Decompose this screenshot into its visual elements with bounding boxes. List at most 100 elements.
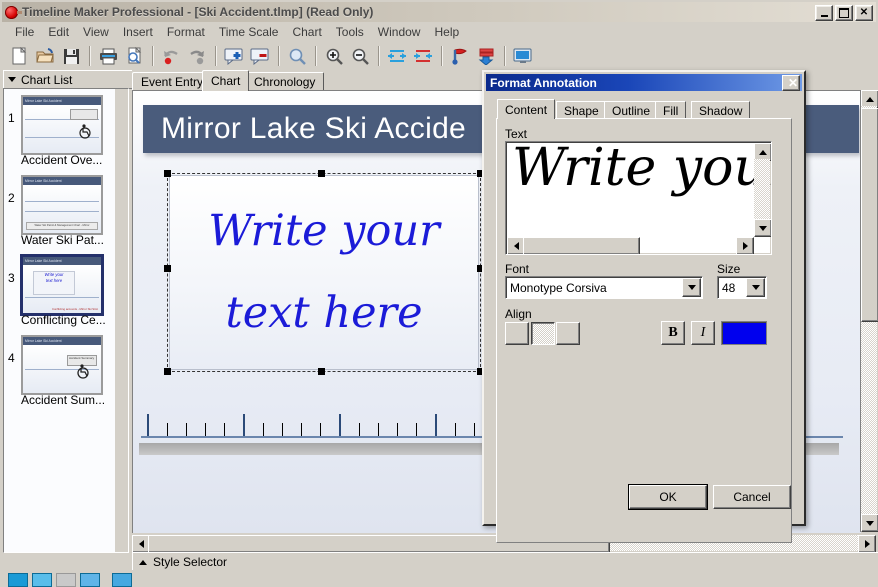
ok-button[interactable]: OK [629,485,707,509]
chart-vertical-scrollbar[interactable] [860,90,878,532]
chart-list-item-2[interactable]: 2 Mirror Lake Ski Accident Water Ski Pat… [4,171,114,249]
taskbar-icon-3[interactable] [56,573,76,587]
resize-handle-s[interactable] [318,368,325,375]
tab-outline[interactable]: Outline [604,101,659,119]
chart-thumbnail[interactable]: Mirror Lake Ski Accident Water Ski Patro… [21,175,103,235]
new-icon[interactable] [7,44,31,67]
chart-list-item-1[interactable]: 1 Mirror Lake Ski Accident Accident Ove.… [4,91,114,169]
zoom-in-icon[interactable] [322,44,346,67]
toolbar-separator [315,45,316,66]
taskbar-icon-4[interactable] [80,573,100,587]
annotation-text-input[interactable]: Write your [505,141,772,255]
size-select[interactable]: 48 [717,276,767,299]
align-left-button[interactable] [505,322,529,345]
tab-event-entry[interactable]: Event Entry [132,72,213,91]
resize-handle-w[interactable] [164,265,171,272]
menu-format[interactable]: Format [160,23,212,41]
align-center-button[interactable] [531,322,555,345]
chart-thumbnail[interactable]: Mirror Lake Ski Accident Accident Summar… [21,335,103,395]
zoom-out-icon[interactable] [348,44,372,67]
menu-time-scale[interactable]: Time Scale [212,23,286,41]
menu-chart[interactable]: Chart [285,23,328,41]
chart-list-body[interactable]: 1 Mirror Lake Ski Accident Accident Ove.… [3,88,129,553]
undo-icon[interactable] [159,44,183,67]
bold-button[interactable]: B [661,321,685,345]
font-value: Monotype Corsiva [510,280,607,295]
text-vertical-scrollbar[interactable] [754,143,771,237]
compress-horizontal-icon[interactable] [411,44,435,67]
menu-window[interactable]: Window [371,23,428,41]
display-icon[interactable] [511,44,535,67]
wheelchair-icon [75,363,91,379]
tab-fill[interactable]: Fill [655,101,687,119]
chevron-down-icon[interactable] [746,278,765,297]
size-value: 48 [722,280,736,295]
menu-edit[interactable]: Edit [41,23,76,41]
arrow-left-icon [138,540,144,548]
chart-list-item-3[interactable]: 3 Mirror Lake Ski Accident Write your te… [4,251,114,329]
text-color-button[interactable] [721,321,767,345]
print-preview-icon[interactable] [122,44,146,67]
chevron-down-icon[interactable] [682,278,701,297]
application-window: Timeline Maker Professional - [Ski Accid… [0,0,878,587]
add-annotation-icon[interactable] [222,44,246,67]
style-selector-bar[interactable]: Style Selector [132,552,878,572]
expand-horizontal-icon[interactable] [385,44,409,67]
cancel-button[interactable]: Cancel [713,485,791,509]
menu-view[interactable]: View [76,23,116,41]
align-right-button[interactable] [556,322,580,345]
taskbar-icon-1[interactable] [8,573,28,587]
resize-handle-sw[interactable] [164,368,171,375]
chart-thumbnail[interactable]: Mirror Lake Ski Accident Write your text… [21,255,103,315]
italic-button[interactable]: I [691,321,715,345]
close-icon: ✕ [787,76,799,90]
taskbar-icon-2[interactable] [32,573,52,587]
chart-list-header[interactable]: Chart List [3,70,133,89]
font-select[interactable]: Monotype Corsiva [505,276,703,299]
text-scroll-right-button[interactable] [736,237,754,254]
taskbar-icon-5[interactable] [112,573,132,587]
menu-file[interactable]: File [8,23,41,41]
chart-thumbnail[interactable]: Mirror Lake Ski Accident [21,95,103,155]
dialog-tab-label: Shape [564,103,599,118]
chart-list-item-4[interactable]: 4 Mirror Lake Ski Accident Accident Summ… [4,331,114,409]
save-floppy-icon[interactable] [59,44,83,67]
chart-list-scrollbar[interactable] [115,89,128,552]
maximize-button[interactable] [835,5,853,21]
text-horizontal-scroll-thumb[interactable] [523,237,640,254]
text-horizontal-scrollbar[interactable] [507,237,754,254]
redo-icon[interactable] [185,44,209,67]
text-vertical-scroll-track[interactable] [754,159,770,221]
tab-content[interactable]: Content [497,99,556,119]
text-scroll-down-button[interactable] [754,219,771,237]
print-icon[interactable] [96,44,120,67]
resize-handle-n[interactable] [318,170,325,177]
scroll-right-button[interactable] [858,535,876,553]
menu-help[interactable]: Help [427,23,466,41]
open-folder-icon[interactable] [33,44,57,67]
chart-item-label[interactable]: Accident Sum... [21,393,117,407]
tab-shadow[interactable]: Shadow [691,101,751,119]
tab-chart[interactable]: Chart [202,70,250,91]
menu-tools[interactable]: Tools [329,23,371,41]
format-annotation-dialog[interactable]: Format Annotation ✕ Content Shape Outlin… [482,70,806,543]
menu-insert[interactable]: Insert [116,23,160,41]
tab-chronology[interactable]: Chronology [245,72,325,91]
chart-item-label[interactable]: Water Ski Pat... [21,233,117,247]
chart-item-number: 1 [8,111,15,125]
stack-down-icon[interactable] [474,44,498,67]
vertical-scroll-thumb[interactable] [861,108,878,322]
align-field-label: Align [505,307,532,321]
zoom-icon[interactable] [285,44,309,67]
minimize-button[interactable] [815,5,833,21]
chart-item-label[interactable]: Conflicting Ce... [21,313,117,327]
close-button[interactable]: ✕ [855,5,873,21]
dialog-close-button[interactable]: ✕ [782,75,800,91]
resize-handle-nw[interactable] [164,170,171,177]
chart-item-label[interactable]: Accident Ove... [21,153,117,167]
remove-annotation-icon[interactable] [248,44,272,67]
flag-icon[interactable] [448,44,472,67]
tab-shape[interactable]: Shape [556,101,607,119]
scroll-down-button[interactable] [861,514,878,532]
dialog-title: Format Annotation [490,75,597,90]
